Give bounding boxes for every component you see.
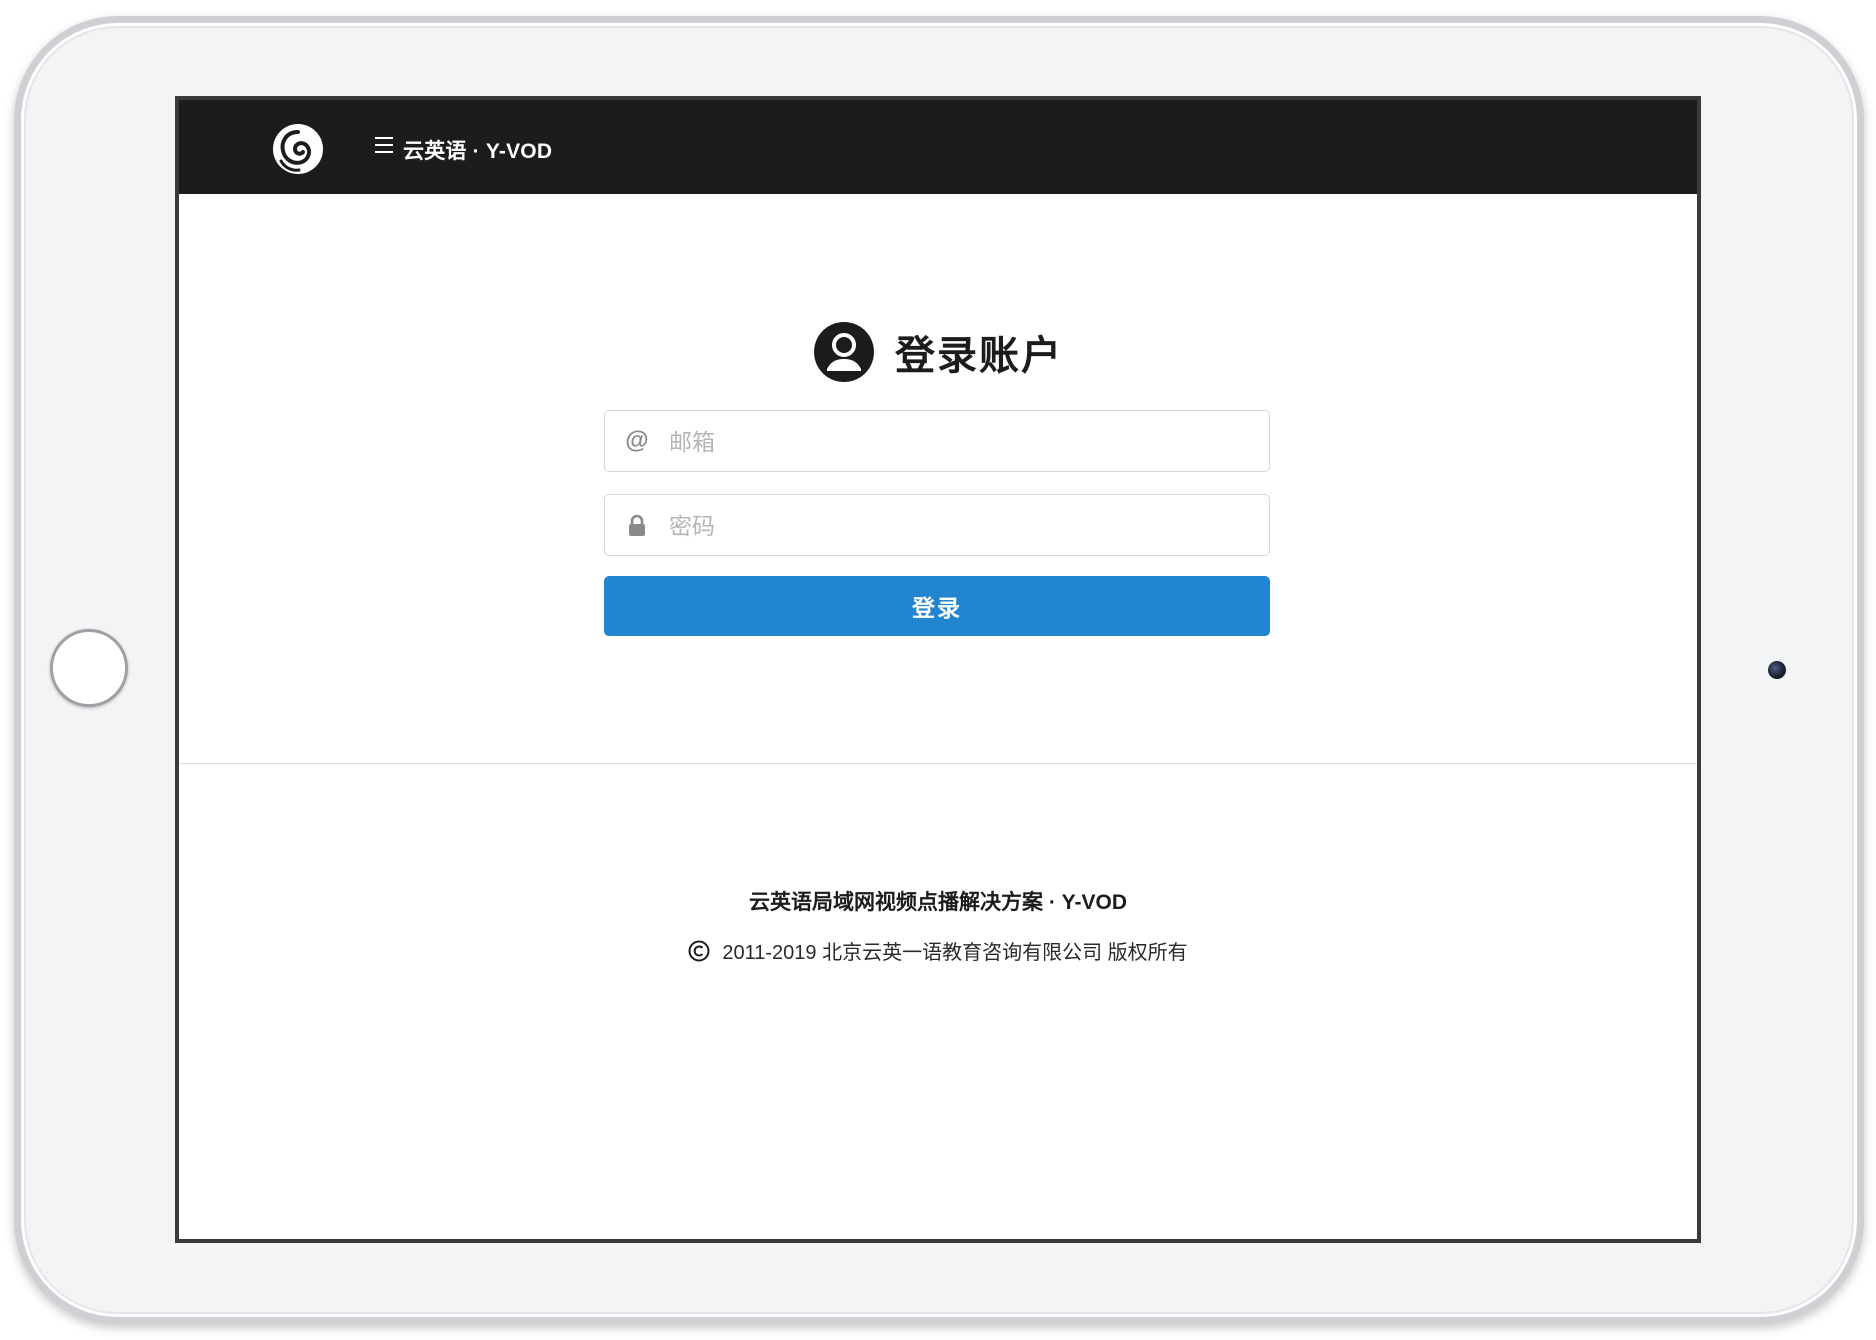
email-input[interactable] — [667, 421, 1251, 463]
user-circle-icon — [814, 322, 874, 382]
home-button[interactable] — [50, 629, 128, 707]
hamburger-menu-icon[interactable] — [375, 137, 393, 155]
front-camera — [1768, 661, 1786, 679]
password-input[interactable] — [667, 505, 1251, 547]
at-sign-icon: @ — [625, 427, 649, 454]
copyright-icon — [688, 940, 710, 961]
login-button[interactable]: 登录 — [604, 576, 1270, 636]
email-field[interactable]: @ — [604, 410, 1270, 472]
lock-icon — [629, 514, 645, 536]
section-divider — [179, 763, 1697, 764]
screen: 云英语 · Y-VOD 登录账户 @ 登录 云英语局域网视频点播解决方案 · Y… — [175, 96, 1701, 1243]
login-title: 登录账户 — [895, 334, 1063, 378]
login-header: 登录账户 — [179, 320, 1697, 384]
footer-copyright: 2011-2019 北京云英一语教育咨询有限公司 版权所有 — [179, 936, 1697, 965]
password-field[interactable] — [604, 494, 1270, 556]
swirl-logo-icon[interactable] — [272, 123, 324, 175]
top-navbar: 云英语 · Y-VOD — [179, 100, 1697, 194]
copyright-text: 2011-2019 北京云英一语教育咨询有限公司 版权所有 — [722, 942, 1188, 964]
footer-product-name: 云英语局域网视频点播解决方案 · Y-VOD — [748, 891, 1127, 914]
app-title[interactable]: 云英语 · Y-VOD — [403, 135, 552, 165]
